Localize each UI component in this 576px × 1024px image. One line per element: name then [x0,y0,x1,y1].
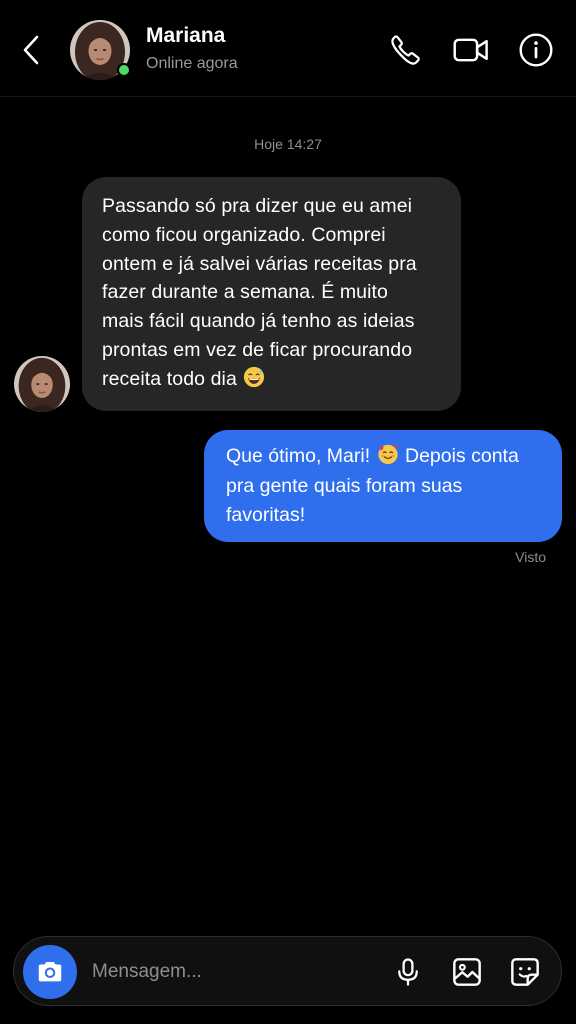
info-icon [519,33,553,67]
contact-name[interactable]: Mariana [146,24,225,48]
sticker-icon [511,958,539,986]
sender-avatar[interactable] [14,356,70,412]
message-text: Que ótimo, Mari! [226,445,371,467]
message-line: fazer durante a semana. É muito [102,281,389,304]
read-receipt: Visto [515,549,546,565]
message-text: Depois conta [404,445,519,467]
video-camera-icon [453,38,488,62]
smiling-face-with-hearts-emoji [377,444,398,465]
outgoing-message-bubble[interactable]: Que ótimo, Mari! Depois conta pra gente … [204,430,562,542]
conversation-info-button[interactable] [514,28,558,72]
incoming-message-bubble[interactable]: Passando só pra dizer que eu amei como f… [82,177,461,411]
message-line: mais fácil quando já tenho as ideias [102,310,415,333]
grinning-face-with-sweat-emoji [244,366,265,387]
voice-call-button[interactable] [383,28,427,72]
voice-message-button[interactable] [388,952,428,992]
message-line-first: Que ótimo, Mari! Depois conta [226,442,548,472]
message-line: favoritas! [226,504,306,526]
conversation-timestamp: Hoje 14:27 [254,136,322,152]
message-input[interactable] [92,953,372,991]
chevron-left-icon [23,35,39,65]
back-button[interactable] [14,30,48,70]
message-line: prontas em vez de ficar procurando [102,338,413,361]
message-composer [13,936,562,1006]
online-indicator [117,63,131,77]
gallery-button[interactable] [447,952,487,992]
camera-button[interactable] [23,945,77,999]
sticker-button[interactable] [505,952,545,992]
image-gallery-icon [453,958,481,986]
message-line-last: receita todo dia [102,365,445,394]
message-text: receita todo dia [102,367,237,390]
video-call-button[interactable] [449,28,493,72]
message-line: Passando só pra dizer que eu amei [102,195,413,217]
camera-icon [38,962,62,982]
chat-header: Mariana Online agora [0,0,576,97]
message-line: pra gente quais foram suas [226,474,463,497]
message-line: como ficou organizado. Comprei [102,223,386,246]
contact-status: Online agora [146,55,238,72]
message-line: ontem e já salvei várias receitas pra [102,252,417,275]
microphone-icon [398,958,418,986]
phone-icon [391,35,420,65]
contact-avatar[interactable] [70,20,131,80]
